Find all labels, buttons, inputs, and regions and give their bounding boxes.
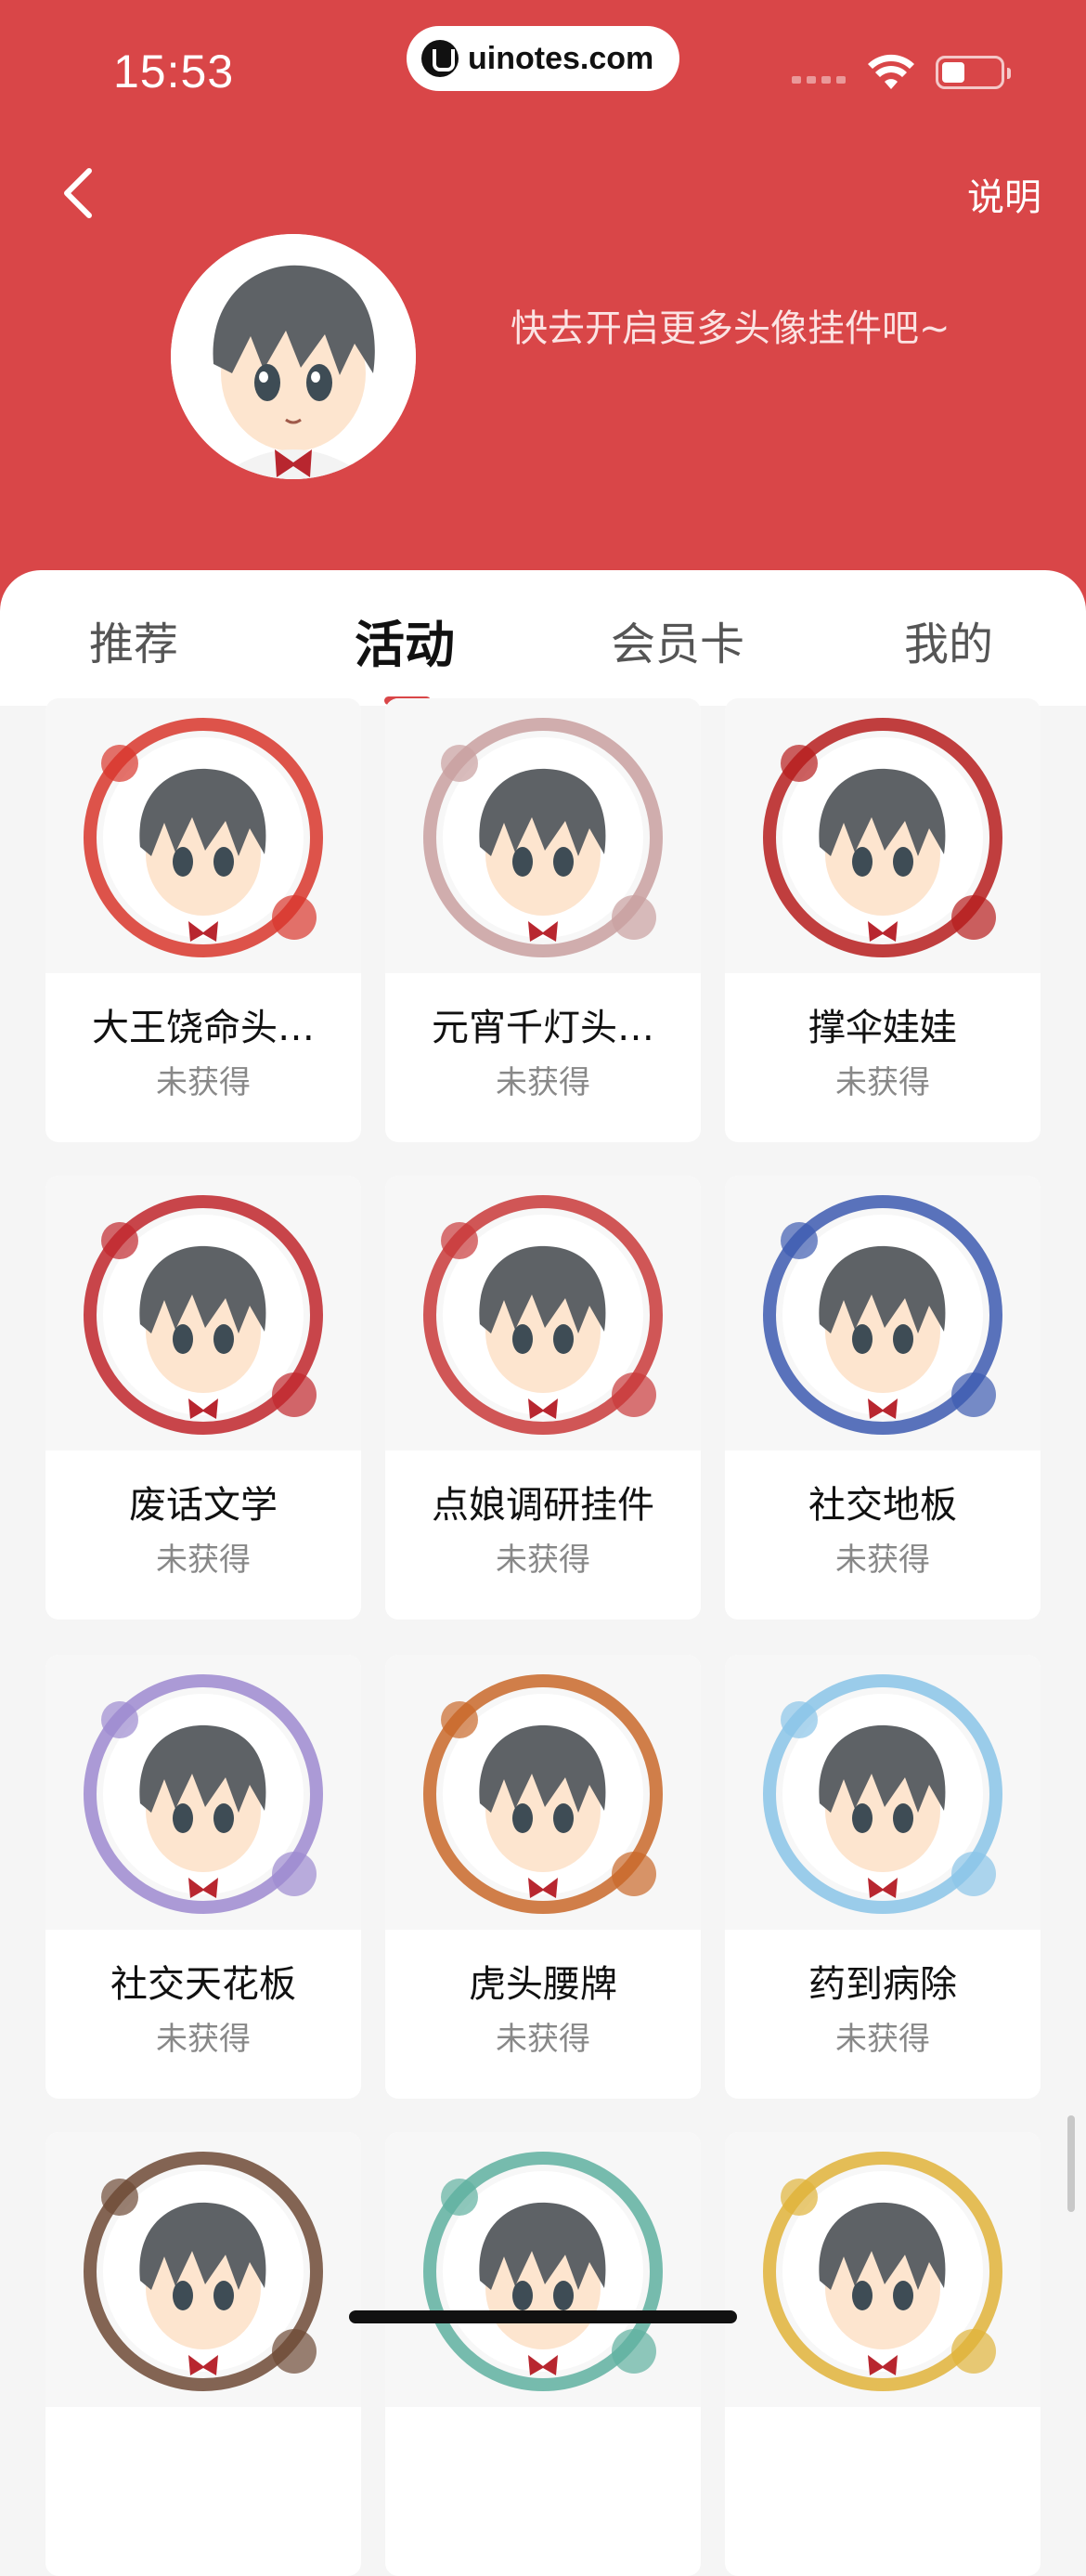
- pendant-status: 未获得: [496, 2021, 590, 2058]
- pendant-status: 未获得: [835, 1064, 930, 1101]
- snorkel-frame-icon: [763, 1195, 1002, 1435]
- promo-text: 快去开启更多头像挂件吧~: [511, 307, 950, 350]
- pendant-preview: [45, 1176, 361, 1451]
- tiger-badge-frame-icon: [423, 1674, 663, 1914]
- pendant-card[interactable]: 社交地板 未获得: [725, 1176, 1041, 1620]
- pendant-card[interactable]: [45, 2132, 361, 2576]
- pendant-name: 社交天花板: [110, 1963, 296, 2006]
- scrollbar[interactable]: [1067, 2115, 1075, 2212]
- nonsense-literature-frame-icon: [84, 1195, 323, 1435]
- wifi-icon: [868, 54, 914, 89]
- pendant-preview: [385, 698, 701, 973]
- pendant-card[interactable]: 大王饶命头… 未获得: [45, 698, 361, 1142]
- pendant-card[interactable]: 撑伞娃娃 未获得: [725, 698, 1041, 1142]
- pendant-name: 药到病除: [808, 1963, 957, 2006]
- pendant-preview: [725, 1655, 1041, 1930]
- pendant-name: 点娘调研挂件: [432, 1484, 654, 1527]
- cellular-signal-icon: [792, 76, 846, 84]
- umbrella-doll-frame-icon: [763, 718, 1002, 957]
- tab-activity[interactable]: 活动: [355, 604, 455, 677]
- pendant-name: 撑伞娃娃: [808, 1007, 957, 1049]
- pendant-preview: [725, 1176, 1041, 1451]
- help-link[interactable]: 说明: [967, 167, 1041, 221]
- home-indicator: [349, 2310, 737, 2323]
- pendant-preview: [45, 698, 361, 973]
- url-text: uinotes.com: [468, 40, 654, 76]
- pendant-preview: [45, 1655, 361, 1930]
- gold-coin-frame-icon: [763, 2152, 1002, 2391]
- pendant-card[interactable]: 元宵千灯头… 未获得: [385, 698, 701, 1142]
- battery-icon: [936, 56, 1011, 89]
- pendant-status: 未获得: [156, 1542, 251, 1579]
- fox-spirit-frame-icon: [84, 718, 323, 957]
- pendant-card[interactable]: 药到病除 未获得: [725, 1655, 1041, 2099]
- ice-cream-frame-icon: [84, 2152, 323, 2391]
- url-pill[interactable]: uinotes.com: [407, 26, 679, 91]
- pendant-card[interactable]: 虎头腰牌 未获得: [385, 1655, 701, 2099]
- pendant-name: 虎头腰牌: [469, 1963, 617, 2006]
- site-logo-icon: [421, 40, 459, 77]
- avatar-boy-icon: [171, 234, 416, 479]
- pendant-preview: [385, 1176, 701, 1451]
- tab-mine[interactable]: 我的: [904, 607, 993, 672]
- tab-bar: 推荐 活动 会员卡 我的: [0, 570, 1086, 706]
- pendant-preview: [725, 2132, 1041, 2407]
- tab-membership-card[interactable]: 会员卡: [611, 607, 744, 672]
- speech-bubble-frame-icon: [84, 1674, 323, 1914]
- pendant-status: 未获得: [496, 1542, 590, 1579]
- pendant-status: 未获得: [835, 1542, 930, 1579]
- pendant-status: 未获得: [156, 2021, 251, 2058]
- pendant-name: 元宵千灯头…: [432, 1007, 654, 1049]
- pendant-card[interactable]: [725, 2132, 1041, 2576]
- pendant-preview: [45, 2132, 361, 2407]
- pendant-card[interactable]: 社交天花板 未获得: [45, 1655, 361, 2099]
- pendant-preview: [385, 2132, 701, 2407]
- pendant-preview: [725, 698, 1041, 973]
- pendant-name: 社交地板: [808, 1484, 957, 1527]
- pendant-status: 未获得: [496, 1064, 590, 1101]
- tab-recommend[interactable]: 推荐: [89, 607, 178, 672]
- pendant-card[interactable]: [385, 2132, 701, 2576]
- back-button[interactable]: [56, 165, 102, 221]
- profile-header: 15:53 uinotes.com 说明 快去开启更多头像挂件吧~: [0, 0, 1086, 669]
- pendant-card[interactable]: 点娘调研挂件 未获得: [385, 1176, 701, 1620]
- pendant-status: 未获得: [835, 2021, 930, 2058]
- pendant-preview: [385, 1655, 701, 1930]
- pendant-name: 大王饶命头…: [92, 1007, 315, 1049]
- cloud-dragon-frame-icon: [423, 2152, 663, 2391]
- avatar: [171, 234, 416, 479]
- pendant-name: 废话文学: [129, 1484, 278, 1527]
- status-time: 15:53: [113, 46, 235, 98]
- lantern-frame-icon: [423, 718, 663, 957]
- pendant-status: 未获得: [156, 1064, 251, 1101]
- survey-girl-frame-icon: [423, 1195, 663, 1435]
- pendant-card[interactable]: 废话文学 未获得: [45, 1176, 361, 1620]
- pill-frame-icon: [763, 1674, 1002, 1914]
